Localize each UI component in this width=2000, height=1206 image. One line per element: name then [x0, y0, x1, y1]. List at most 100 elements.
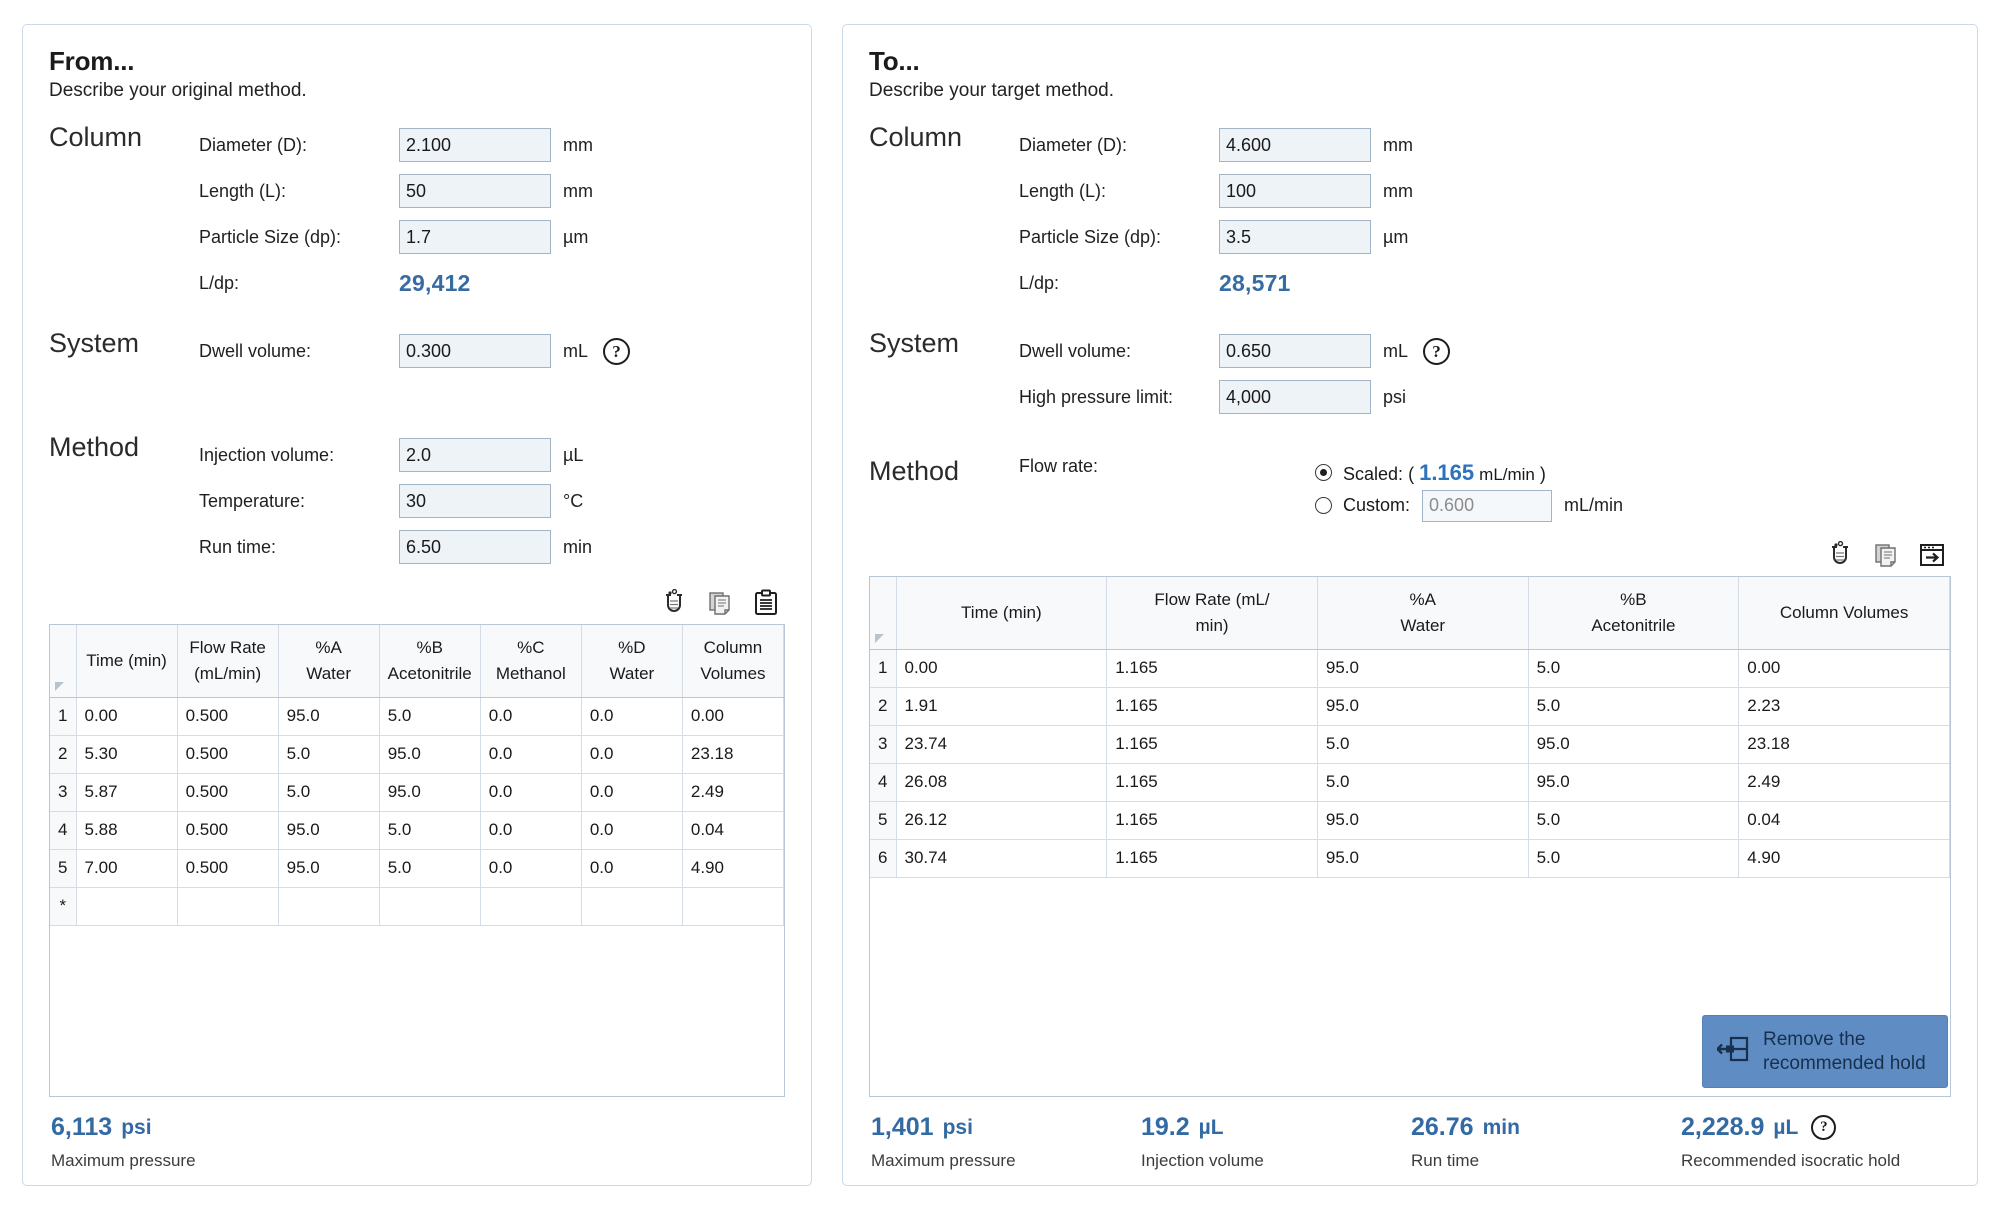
field-input[interactable]: 2.0	[399, 438, 551, 473]
toolbar-extract-gradient-icon[interactable]	[659, 588, 689, 618]
toolbar-extract-gradient-icon[interactable]	[1825, 540, 1855, 570]
table-cell[interactable]: 23.18	[1738, 725, 1950, 764]
table-cell[interactable]	[379, 887, 481, 926]
table-cell[interactable]: 0.0	[480, 773, 582, 812]
table-row[interactable]: 4 26.08 1.165 5.0 95.0 2.49	[870, 763, 1950, 802]
field-input[interactable]: 3.5	[1219, 220, 1371, 255]
table-cell[interactable]: 5.0	[379, 697, 481, 736]
table-cell[interactable]: 95.0	[379, 735, 481, 774]
table-cell[interactable]: 0.0	[480, 811, 582, 850]
table-cell[interactable]: 1.165	[1106, 801, 1318, 840]
field-input[interactable]: 50	[399, 174, 551, 209]
field-input[interactable]: 30	[399, 484, 551, 519]
table-cell[interactable]: 0.0	[581, 773, 683, 812]
table-cell[interactable]: 5.87	[76, 773, 178, 812]
help-icon[interactable]: ?	[603, 337, 630, 365]
table-cell[interactable]: 95.0	[1528, 725, 1740, 764]
field-input[interactable]: 0.650	[1219, 334, 1371, 369]
table-cell[interactable]: 5.0	[278, 735, 380, 774]
table-cell[interactable]: 2.49	[682, 773, 784, 812]
table-cell[interactable]: 1.91	[896, 687, 1108, 726]
table-row[interactable]: 3 5.87 0.500 5.0 95.0 0.0 0.0 2.49	[50, 773, 784, 812]
table-cell[interactable]: 2.23	[1738, 687, 1950, 726]
table-cell[interactable]: 0.500	[177, 849, 279, 888]
table-cell[interactable]: 0.0	[581, 697, 683, 736]
table-cell[interactable]: 0.0	[480, 849, 582, 888]
table-row[interactable]: *	[50, 887, 784, 926]
table-cell[interactable]: 0.500	[177, 773, 279, 812]
table-cell[interactable]: 4.90	[682, 849, 784, 888]
table-cell[interactable]: 1.165	[1106, 763, 1318, 802]
table-cell[interactable]: 95.0	[1317, 801, 1529, 840]
field-input[interactable]: 4,000	[1219, 380, 1371, 415]
table-row[interactable]: 1 0.00 0.500 95.0 5.0 0.0 0.0 0.00	[50, 697, 784, 736]
table-cell[interactable]: 26.08	[896, 763, 1108, 802]
table-cell[interactable]: 0.500	[177, 735, 279, 774]
table-cell[interactable]: 95.0	[379, 773, 481, 812]
table-cell[interactable]: 7.00	[76, 849, 178, 888]
table-cell[interactable]: 5.0	[1317, 763, 1529, 802]
table-cell[interactable]	[76, 887, 178, 926]
toolbar-copy-icon[interactable]	[705, 588, 735, 618]
table-cell[interactable]: 0.00	[1738, 649, 1950, 688]
radio-option-custom[interactable]: Custom: 0.600 mL/min	[1315, 489, 1623, 522]
table-cell[interactable]: 5.0	[1528, 801, 1740, 840]
table-cell[interactable]	[581, 887, 683, 926]
table-row[interactable]: 4 5.88 0.500 95.0 5.0 0.0 0.0 0.04	[50, 811, 784, 850]
table-cell[interactable]: 2.49	[1738, 763, 1950, 802]
table-cell[interactable]: 0.0	[581, 811, 683, 850]
table-cell[interactable]: 95.0	[1317, 649, 1529, 688]
table-row[interactable]: 5 7.00 0.500 95.0 5.0 0.0 0.0 4.90	[50, 849, 784, 888]
table-cell[interactable]: 95.0	[278, 697, 380, 736]
table-cell[interactable]: 0.0	[480, 697, 582, 736]
table-row[interactable]: 3 23.74 1.165 5.0 95.0 23.18	[870, 725, 1950, 764]
table-cell[interactable]: 1.165	[1106, 725, 1318, 764]
field-input[interactable]: 4.600	[1219, 128, 1371, 163]
table-cell[interactable]: 5.0	[1317, 725, 1529, 764]
help-icon[interactable]: ?	[1811, 1115, 1837, 1141]
table-cell[interactable]: 0.0	[480, 735, 582, 774]
table-cell[interactable]: 5.0	[1528, 839, 1740, 878]
radio-option-scaled[interactable]: Scaled: ( 1.165 mL/min )	[1315, 456, 1623, 489]
toolbar-send-to-window-icon[interactable]	[1917, 540, 1947, 570]
table-cell[interactable]: 0.04	[682, 811, 784, 850]
table-cell[interactable]: 5.0	[379, 849, 481, 888]
table-cell[interactable]: 5.88	[76, 811, 178, 850]
table-cell[interactable]: 0.00	[76, 697, 178, 736]
table-row[interactable]: 1 0.00 1.165 95.0 5.0 0.00	[870, 649, 1950, 688]
table-cell[interactable]: 95.0	[1317, 687, 1529, 726]
toolbar-copy-icon[interactable]	[1871, 540, 1901, 570]
table-row[interactable]: 6 30.74 1.165 95.0 5.0 4.90	[870, 839, 1950, 878]
table-cell[interactable]: 0.04	[1738, 801, 1950, 840]
table-cell[interactable]: 5.30	[76, 735, 178, 774]
field-input[interactable]: 2.100	[399, 128, 551, 163]
table-cell[interactable]: 95.0	[278, 811, 380, 850]
table-cell[interactable]: 26.12	[896, 801, 1108, 840]
field-input[interactable]: 1.7	[399, 220, 551, 255]
table-cell[interactable]: 0.500	[177, 811, 279, 850]
table-cell[interactable]: 4.90	[1738, 839, 1950, 878]
table-cell[interactable]	[480, 887, 582, 926]
table-cell[interactable]: 1.165	[1106, 649, 1318, 688]
table-cell[interactable]	[682, 887, 784, 926]
table-cell[interactable]	[177, 887, 279, 926]
table-cell[interactable]: 5.0	[379, 811, 481, 850]
table-cell[interactable]: 30.74	[896, 839, 1108, 878]
field-input[interactable]: 6.50	[399, 530, 551, 565]
help-icon[interactable]: ?	[1423, 337, 1450, 365]
table-cell[interactable]: 95.0	[1528, 763, 1740, 802]
field-input[interactable]: 0.300	[399, 334, 551, 369]
field-input[interactable]: 100	[1219, 174, 1371, 209]
table-row[interactable]: 5 26.12 1.165 95.0 5.0 0.04	[870, 801, 1950, 840]
table-cell[interactable]: 0.500	[177, 697, 279, 736]
remove-recommended-hold-button[interactable]: Remove the recommended hold	[1702, 1014, 1948, 1089]
table-cell[interactable]	[278, 887, 380, 926]
table-cell[interactable]: 95.0	[278, 849, 380, 888]
table-cell[interactable]: 0.0	[581, 735, 683, 774]
table-cell[interactable]: 0.00	[896, 649, 1108, 688]
table-cell[interactable]: 23.74	[896, 725, 1108, 764]
custom-flow-input[interactable]: 0.600	[1422, 489, 1553, 522]
table-cell[interactable]: 5.0	[1528, 687, 1740, 726]
table-cell[interactable]: 1.165	[1106, 839, 1318, 878]
table-cell[interactable]: 23.18	[682, 735, 784, 774]
